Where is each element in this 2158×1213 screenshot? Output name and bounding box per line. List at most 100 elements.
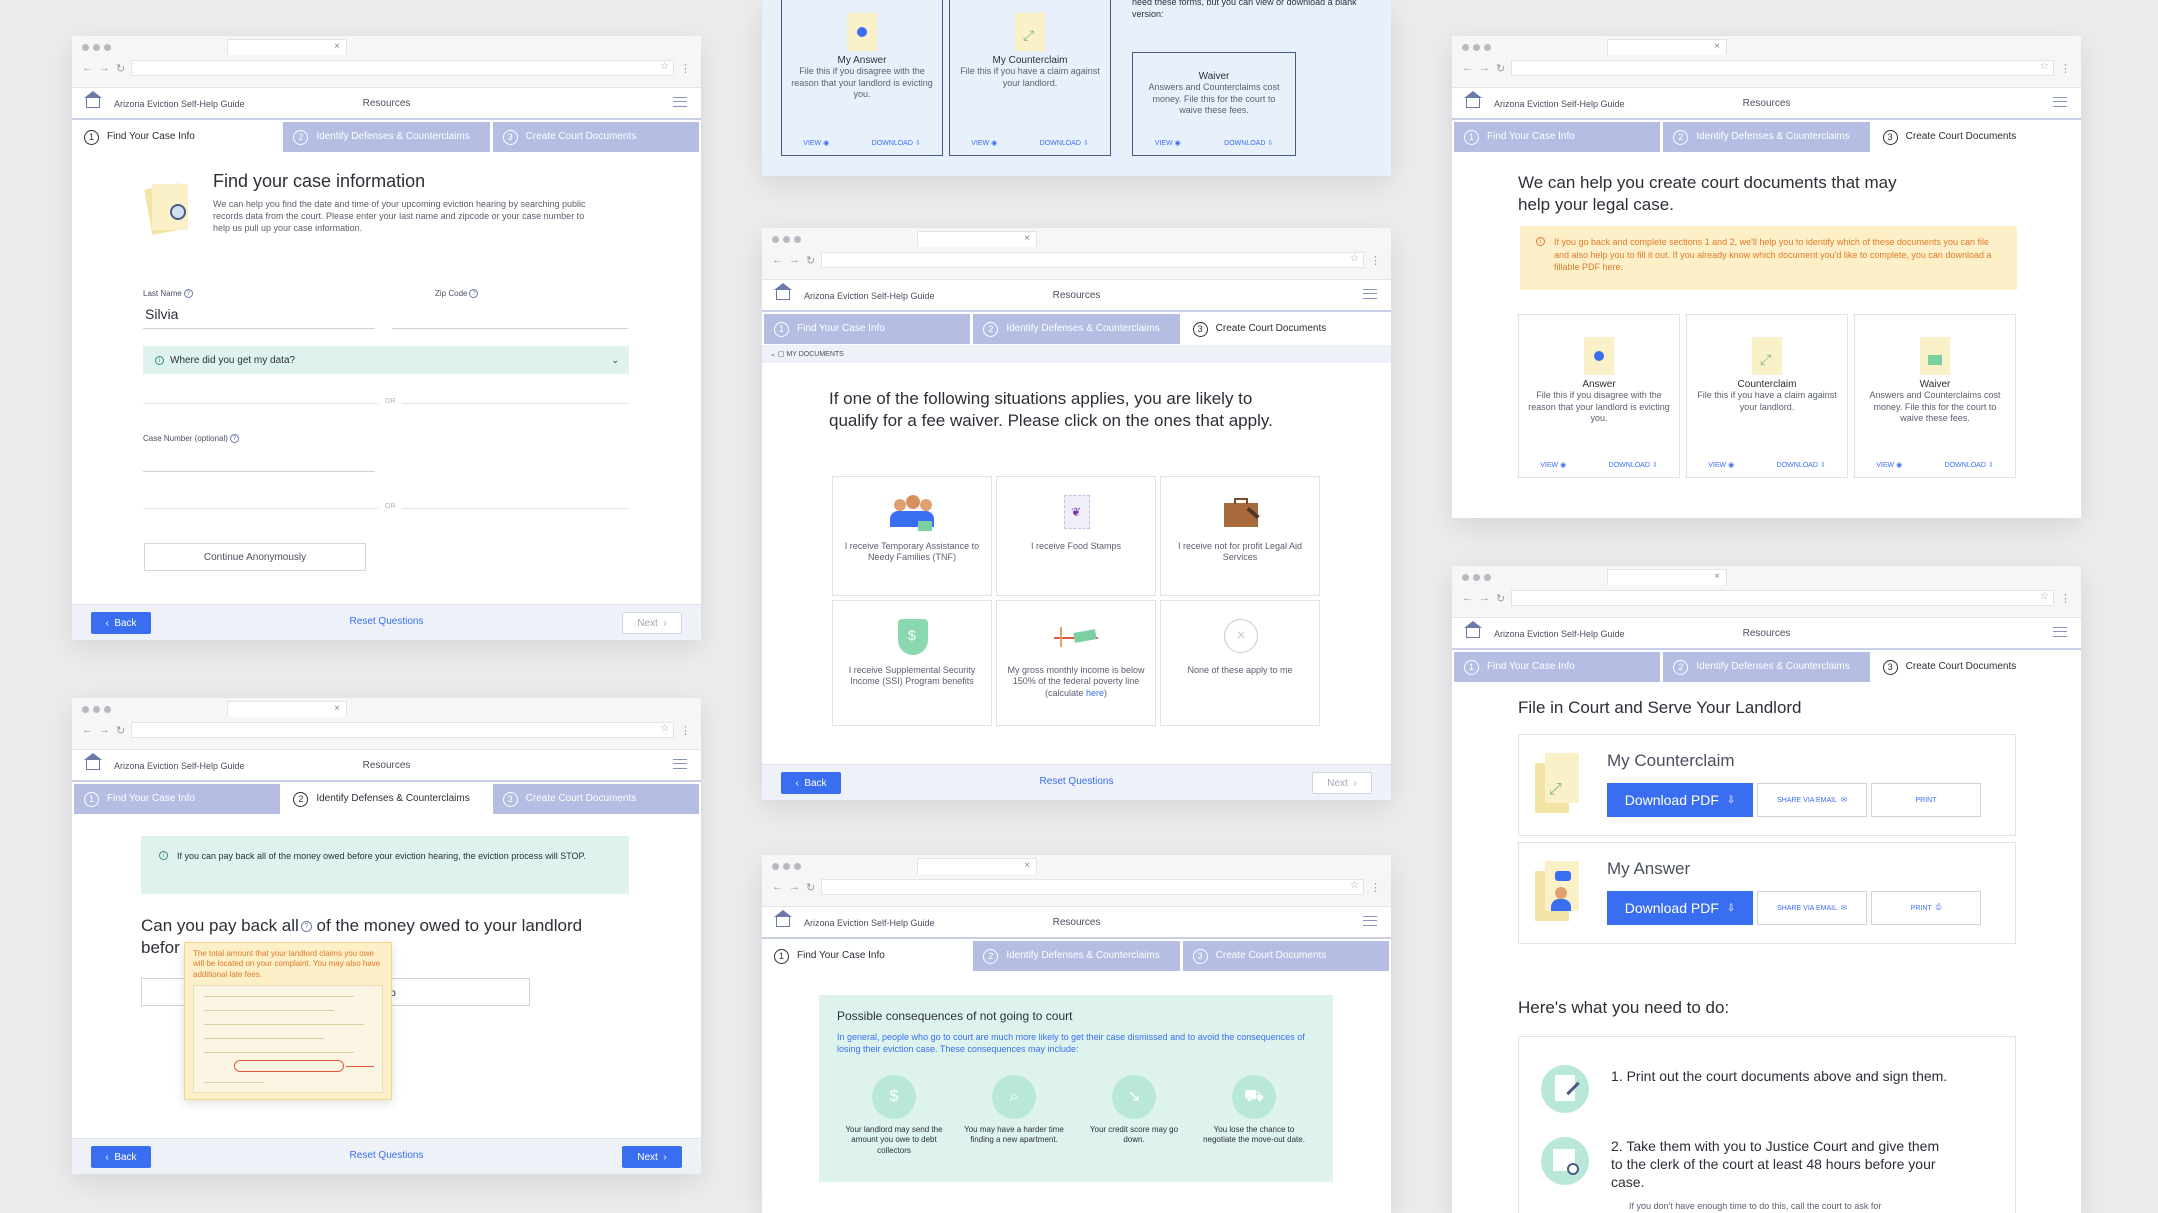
browser-tab[interactable]: × xyxy=(227,701,347,717)
view-link[interactable]: VIEW ◉ xyxy=(971,139,997,147)
last-name-input[interactable]: Silvia xyxy=(145,306,178,322)
tab-create-documents[interactable]: 3 Create Court Documents xyxy=(1182,941,1389,971)
close-tab-icon[interactable]: × xyxy=(1714,571,1720,582)
next-button[interactable]: Next › xyxy=(622,1146,682,1168)
view-link[interactable]: VIEW ◉ xyxy=(1708,461,1734,469)
browser-tab[interactable]: × xyxy=(1607,39,1727,55)
reload-icon[interactable]: ↻ xyxy=(116,724,125,737)
kebab-menu-icon[interactable]: ⋮ xyxy=(2060,592,2071,605)
tab-identify-defenses[interactable]: 2 Identify Defenses & Counterclaims xyxy=(1663,122,1870,152)
card-my-counterclaim[interactable]: ⤢ My Counterclaim File this if you have … xyxy=(949,0,1111,156)
reload-icon[interactable]: ↻ xyxy=(1496,592,1505,605)
tab-identify-defenses[interactable]: 2 Identify Defenses & Counterclaims xyxy=(973,314,1180,344)
share-via-email-button[interactable]: SHARE VIA EMAIL ✉ xyxy=(1757,783,1867,817)
option-food-stamps[interactable]: ❦ I receive Food Stamps xyxy=(996,476,1156,596)
tab-identify-defenses[interactable]: 2 Identify Defenses & Counterclaims xyxy=(283,784,490,814)
resources-link[interactable]: Resources xyxy=(72,760,701,771)
download-link[interactable]: DOWNLOAD ⇩ xyxy=(1777,461,1826,469)
close-tab-icon[interactable]: × xyxy=(1024,860,1030,871)
share-via-email-button[interactable]: SHARE VIA EMAIL ✉ xyxy=(1757,891,1867,925)
kebab-menu-icon[interactable]: ⋮ xyxy=(2060,62,2071,75)
back-arrow-icon[interactable]: ← xyxy=(772,254,783,266)
hamburger-icon[interactable] xyxy=(2053,97,2067,107)
window-controls[interactable] xyxy=(772,863,801,870)
address-bar[interactable] xyxy=(821,879,1364,895)
kebab-menu-icon[interactable]: ⋮ xyxy=(1370,881,1381,894)
resources-link[interactable]: Resources xyxy=(72,98,701,109)
download-pdf-button[interactable]: Download PDF ⇩ xyxy=(1607,783,1753,817)
reload-icon[interactable]: ↻ xyxy=(1496,62,1505,75)
download-link[interactable]: DOWNLOAD ⇩ xyxy=(1945,461,1994,469)
calculate-link[interactable]: here xyxy=(1086,688,1104,698)
reload-icon[interactable]: ↻ xyxy=(116,62,125,75)
window-controls[interactable] xyxy=(82,44,111,51)
hamburger-icon[interactable] xyxy=(1363,289,1377,299)
view-link[interactable]: VIEW ◉ xyxy=(1876,461,1902,469)
tab-identify-defenses[interactable]: 2 Identify Defenses & Counterclaims xyxy=(1663,652,1870,682)
forward-arrow-icon[interactable]: → xyxy=(789,881,800,893)
tab-find-case-info[interactable]: 1 Find Your Case Info xyxy=(764,941,971,971)
back-arrow-icon[interactable]: ← xyxy=(82,724,93,736)
reload-icon[interactable]: ↻ xyxy=(806,254,815,267)
hamburger-icon[interactable] xyxy=(2053,627,2067,637)
back-arrow-icon[interactable]: ← xyxy=(1462,592,1473,604)
window-controls[interactable] xyxy=(1462,574,1491,581)
resources-link[interactable]: Resources xyxy=(762,917,1391,928)
browser-tab[interactable]: × xyxy=(227,39,347,55)
option-tnf[interactable]: I receive Temporary Assistance to Needy … xyxy=(832,476,992,596)
option-none[interactable]: × None of these apply to me xyxy=(1160,600,1320,726)
download-link[interactable]: DOWNLOAD ⇩ xyxy=(1224,139,1273,147)
view-link[interactable]: VIEW ◉ xyxy=(803,139,829,147)
window-controls[interactable] xyxy=(82,706,111,713)
continue-anonymously-button[interactable]: Continue Anonymously xyxy=(144,543,366,571)
download-link[interactable]: DOWNLOAD ⇩ xyxy=(1040,139,1089,147)
hamburger-icon[interactable] xyxy=(673,97,687,107)
reset-questions-link[interactable]: Reset Questions xyxy=(762,776,1391,787)
help-icon[interactable]: ? xyxy=(183,289,193,299)
tab-create-documents[interactable]: 3 Create Court Documents xyxy=(492,122,699,152)
tab-create-documents[interactable]: 3 Create Court Documents xyxy=(1872,652,2079,682)
print-button[interactable]: PRINT xyxy=(1871,783,1981,817)
tab-create-documents[interactable]: 3 Create Court Documents xyxy=(1872,122,2079,152)
hamburger-icon[interactable] xyxy=(673,759,687,769)
tab-identify-defenses[interactable]: 2 Identify Defenses & Counterclaims xyxy=(973,941,1180,971)
back-arrow-icon[interactable]: ← xyxy=(772,881,783,893)
browser-tab[interactable]: × xyxy=(917,858,1037,874)
address-bar[interactable] xyxy=(1511,60,2054,76)
my-documents-bar[interactable]: ⌄ ▢ MY DOCUMENTS xyxy=(762,345,1391,363)
hamburger-icon[interactable] xyxy=(1363,916,1377,926)
tab-find-case-info[interactable]: 1 Find Your Case Info xyxy=(1454,652,1661,682)
reset-questions-link[interactable]: Reset Questions xyxy=(72,1150,701,1161)
tab-find-case-info[interactable]: 1 Find Your Case Info xyxy=(764,314,971,344)
resources-link[interactable]: Resources xyxy=(1452,98,2081,109)
close-tab-icon[interactable]: × xyxy=(334,41,340,52)
help-icon[interactable]: ? xyxy=(300,921,312,933)
card-counterclaim[interactable]: ⤢ Counterclaim File this if you have a c… xyxy=(1686,314,1848,478)
reload-icon[interactable]: ↻ xyxy=(806,881,815,894)
kebab-menu-icon[interactable]: ⋮ xyxy=(680,724,691,737)
data-source-accordion[interactable]: i Where did you get my data? ⌄ xyxy=(143,346,629,374)
zip-code-input[interactable] xyxy=(392,306,628,328)
forward-arrow-icon[interactable]: → xyxy=(1479,62,1490,74)
view-link[interactable]: VIEW ◉ xyxy=(1155,139,1181,147)
address-bar[interactable] xyxy=(131,722,674,738)
download-link[interactable]: DOWNLOAD ⇩ xyxy=(1609,461,1658,469)
tab-identify-defenses[interactable]: 2 Identify Defenses & Counterclaims xyxy=(283,122,490,152)
next-button[interactable]: Next › xyxy=(1312,772,1372,794)
browser-tab[interactable]: × xyxy=(1607,569,1727,585)
card-answer[interactable]: Answer File this if you disagree with th… xyxy=(1518,314,1680,478)
kebab-menu-icon[interactable]: ⋮ xyxy=(680,62,691,75)
kebab-menu-icon[interactable]: ⋮ xyxy=(1370,254,1381,267)
download-pdf-button[interactable]: Download PDF ⇩ xyxy=(1607,891,1753,925)
close-tab-icon[interactable]: × xyxy=(1024,233,1030,244)
reset-questions-link[interactable]: Reset Questions xyxy=(72,616,701,627)
print-button[interactable]: PRINT ⎙ xyxy=(1871,891,1981,925)
address-bar[interactable] xyxy=(821,252,1364,268)
tab-find-case-info[interactable]: 1 Find Your Case Info xyxy=(1454,122,1661,152)
view-link[interactable]: VIEW ◉ xyxy=(1540,461,1566,469)
window-controls[interactable] xyxy=(1462,44,1491,51)
tab-find-case-info[interactable]: 1 Find Your Case Info xyxy=(74,122,281,152)
forward-arrow-icon[interactable]: → xyxy=(99,724,110,736)
resources-link[interactable]: Resources xyxy=(1452,628,2081,639)
card-my-answer[interactable]: My Answer File this if you disagree with… xyxy=(781,0,943,156)
